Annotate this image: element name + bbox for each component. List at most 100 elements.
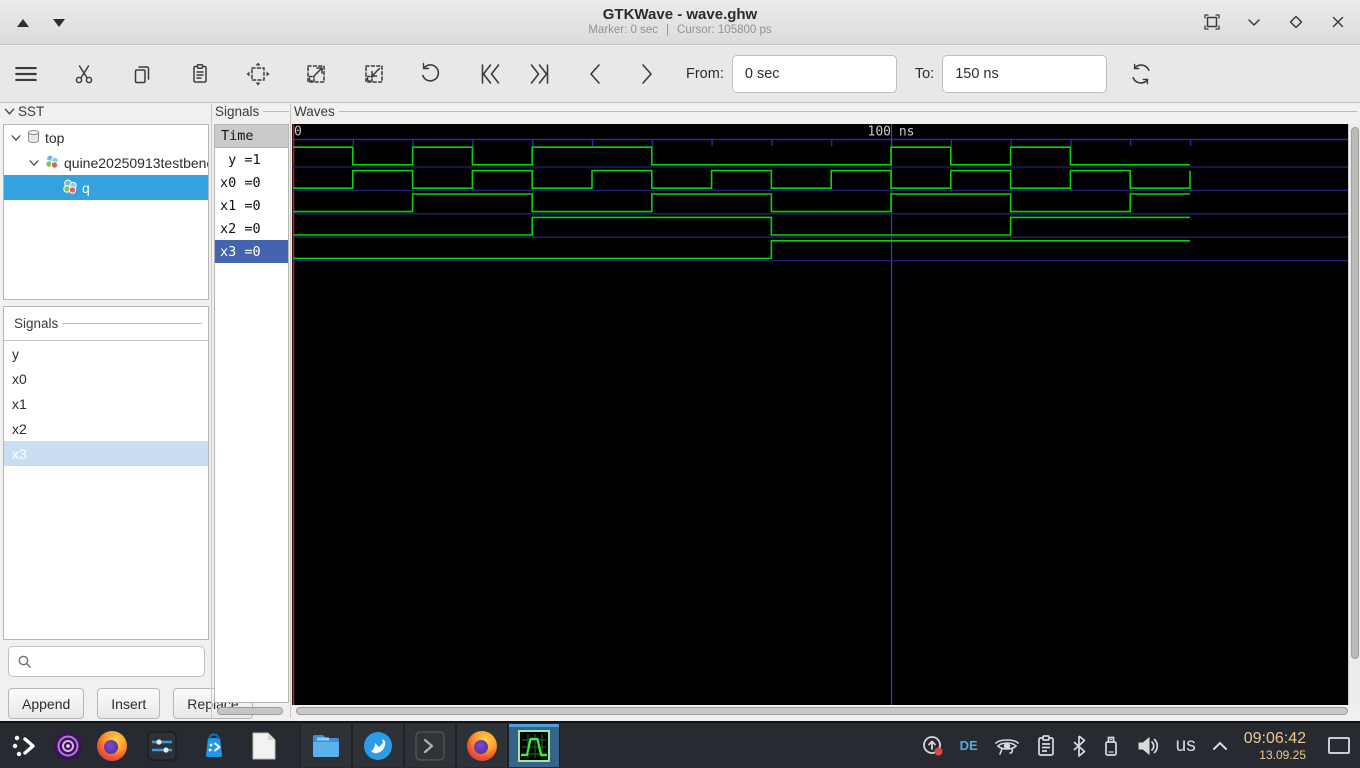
settings-button[interactable] bbox=[140, 724, 184, 767]
usb-device-tray-icon[interactable] bbox=[1102, 735, 1120, 757]
reload-button[interactable] bbox=[1121, 54, 1161, 94]
bird-app-icon bbox=[364, 731, 392, 760]
tree-item-top[interactable]: top bbox=[4, 125, 208, 150]
search-list-item-x3[interactable]: x3 bbox=[4, 441, 208, 466]
waves-hscroll-thumb[interactable] bbox=[296, 707, 1348, 715]
eye-of-horus-tray-icon[interactable] bbox=[994, 736, 1020, 756]
waves-horizontal-scrollbar[interactable] bbox=[294, 707, 1356, 715]
settings-sliders-icon bbox=[147, 731, 177, 760]
insert-button[interactable]: Insert bbox=[97, 688, 161, 719]
clock[interactable]: 09:06:42 13.09.25 bbox=[1244, 730, 1306, 761]
tor-browser-icon bbox=[54, 731, 82, 760]
cursor-readout: Cursor: 105800 ps bbox=[677, 24, 772, 36]
firefox-button[interactable] bbox=[90, 724, 134, 767]
keyboard-layout-de-indicator[interactable]: DE bbox=[960, 738, 978, 753]
terminal-icon bbox=[415, 731, 445, 760]
software-store-icon bbox=[206, 732, 222, 757]
chevron-down-icon bbox=[1248, 19, 1260, 26]
waveform-y bbox=[293, 146, 1190, 166]
bluetooth-tray-icon[interactable] bbox=[1072, 734, 1086, 757]
waves-vertical-scrollbar[interactable] bbox=[1348, 124, 1360, 705]
to-input[interactable] bbox=[942, 55, 1108, 93]
search-icon bbox=[18, 655, 31, 668]
taskbar-window-file-manager[interactable] bbox=[300, 724, 352, 767]
taskbar-window-bird-app[interactable] bbox=[352, 724, 404, 767]
software-store-button[interactable] bbox=[192, 724, 236, 767]
updates-tray-icon[interactable] bbox=[922, 735, 944, 757]
maximize-button[interactable] bbox=[1282, 8, 1310, 36]
search-list-item-y[interactable]: y bbox=[4, 341, 208, 366]
file-manager-icon bbox=[313, 734, 339, 757]
taskbar-window-firefox[interactable] bbox=[456, 724, 508, 767]
main-toolbar: From: To: bbox=[0, 46, 1360, 103]
menu-button[interactable] bbox=[6, 54, 46, 94]
tor-browser-button[interactable] bbox=[46, 724, 90, 767]
wave-canvas[interactable]: 0 100 ns bbox=[292, 124, 1348, 705]
from-label: From: bbox=[686, 66, 724, 82]
append-button[interactable]: Append bbox=[8, 688, 85, 719]
pane-splitter-left[interactable] bbox=[211, 104, 212, 718]
zoom-out-button[interactable] bbox=[354, 54, 394, 94]
sst-expander-icon[interactable] bbox=[3, 105, 16, 118]
next-edge-button[interactable] bbox=[626, 54, 666, 94]
tree-item-label: q bbox=[82, 179, 90, 196]
taskbar-window-terminal[interactable] bbox=[404, 724, 456, 767]
copy-button[interactable] bbox=[122, 54, 162, 94]
signal-row-x3[interactable]: x3 =0 bbox=[215, 240, 288, 263]
skip-to-start-icon bbox=[481, 64, 500, 84]
signal-row-x0[interactable]: x0 =0 bbox=[215, 171, 288, 194]
chevron-right-icon bbox=[642, 64, 652, 84]
zoom-in-icon bbox=[307, 65, 325, 83]
signal-search-panel: Signals y x0 x1 x2 x3 bbox=[3, 306, 209, 640]
prev-edge-button[interactable] bbox=[576, 54, 616, 94]
skip-to-end-icon bbox=[530, 64, 549, 84]
close-button[interactable] bbox=[1324, 8, 1352, 36]
sst-tree[interactable]: top quine20250913testbench q bbox=[3, 124, 209, 300]
search-list-item-x1[interactable]: x1 bbox=[4, 391, 208, 416]
show-desktop-button[interactable] bbox=[1328, 737, 1350, 754]
subtitle-separator: | bbox=[666, 24, 670, 36]
waveform-x0 bbox=[293, 169, 1191, 189]
text-editor-button[interactable] bbox=[242, 724, 286, 767]
skip-to-end-button[interactable] bbox=[520, 54, 560, 94]
waveform-x2 bbox=[293, 216, 1190, 236]
waves-vscroll-thumb[interactable] bbox=[1351, 127, 1359, 659]
from-input[interactable] bbox=[731, 55, 897, 93]
undo-button[interactable] bbox=[412, 54, 452, 94]
chevron-left-icon bbox=[590, 64, 600, 84]
launcher-icon bbox=[12, 735, 35, 756]
tree-item-quine20250913testbench[interactable]: quine20250913testbench bbox=[4, 150, 208, 175]
signal-row-x1[interactable]: x1 =0 bbox=[215, 194, 288, 217]
clipboard-tray-icon[interactable] bbox=[1036, 734, 1056, 757]
undo-icon bbox=[422, 62, 440, 82]
minimize-button[interactable] bbox=[1240, 8, 1268, 36]
tree-expander-icon[interactable] bbox=[26, 157, 42, 169]
firefox-icon bbox=[97, 730, 127, 761]
tree-expander-icon[interactable] bbox=[8, 132, 24, 144]
search-list-item-x2[interactable]: x2 bbox=[4, 416, 208, 441]
search-list-item-x0[interactable]: x0 bbox=[4, 366, 208, 391]
signal-search-list[interactable]: y x0 x1 x2 x3 bbox=[4, 341, 208, 466]
fullscreen-button[interactable] bbox=[1198, 8, 1226, 36]
tree-item-q[interactable]: q bbox=[4, 175, 208, 200]
pane-splitter-right[interactable] bbox=[290, 104, 291, 718]
diamond-icon bbox=[1289, 15, 1303, 29]
paste-button[interactable] bbox=[180, 54, 220, 94]
names-column-label: Signals bbox=[215, 104, 260, 119]
tray-expand-chevron-icon[interactable] bbox=[1212, 741, 1228, 751]
app-launcher-button[interactable] bbox=[2, 724, 46, 767]
time-column-header[interactable]: Time bbox=[215, 125, 288, 148]
names-column-scrollbar[interactable] bbox=[217, 707, 283, 715]
skip-to-start-button[interactable] bbox=[470, 54, 510, 94]
cut-button[interactable] bbox=[64, 54, 104, 94]
zoom-in-button[interactable] bbox=[296, 54, 336, 94]
zoom-fit-button[interactable] bbox=[238, 54, 278, 94]
signal-search-input[interactable] bbox=[8, 646, 205, 677]
hamburger-menu-icon bbox=[15, 66, 37, 82]
taskbar-window-gtkwave[interactable] bbox=[508, 724, 560, 767]
signal-row-x2[interactable]: x2 =0 bbox=[215, 217, 288, 240]
keyboard-layout-us-indicator[interactable]: us bbox=[1176, 735, 1196, 757]
gtkwave-icon bbox=[518, 729, 550, 762]
volume-tray-icon[interactable] bbox=[1136, 735, 1160, 757]
signal-row-y[interactable]: y =1 bbox=[215, 148, 288, 171]
